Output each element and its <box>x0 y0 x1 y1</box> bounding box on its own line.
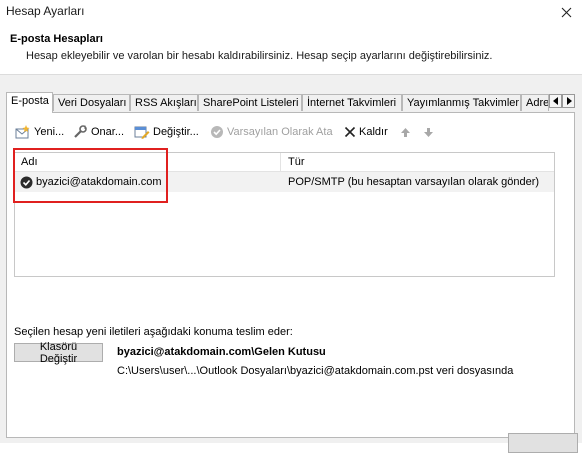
default-account-check-icon <box>20 176 33 189</box>
arrow-up-icon <box>401 127 410 137</box>
tab-rss-akislari[interactable]: RSS Akışları <box>130 94 198 111</box>
title-bar: Hesap Ayarları <box>0 0 582 24</box>
tab-scroll-right-button[interactable] <box>562 94 575 108</box>
tab-strip: E-posta Veri Dosyaları RSS Akışları Shar… <box>6 92 576 113</box>
account-type: POP/SMTP (bu hesaptan varsayılan olarak … <box>288 176 540 188</box>
change-button-label: Değiştir... <box>153 126 199 138</box>
account-toolbar: Yeni... Onar... Değiştir... Varsayılan O… <box>7 121 574 143</box>
account-name: byazici@atakdomain.com <box>36 176 162 188</box>
window-title: Hesap Ayarları <box>6 4 85 18</box>
check-circle-icon <box>211 126 223 138</box>
arrow-right-icon <box>566 97 572 105</box>
column-header-name[interactable]: Adı <box>21 156 38 168</box>
header-description: Hesap ekleyebilir ve varolan bir hesabı … <box>26 50 493 62</box>
tab-yayimlanmis-takvimler[interactable]: Yayımlanmış Takvimler <box>402 94 521 111</box>
data-file-path: C:\Users\user\...\Outlook Dosyaları\byaz… <box>117 365 514 377</box>
tab-adres[interactable]: Adres <box>521 94 549 111</box>
tab-internet-takvimleri[interactable]: İnternet Takvimleri <box>302 94 402 111</box>
bottom-dialog-button[interactable] <box>508 433 578 453</box>
dialog-body: E-posta Veri Dosyaları RSS Akışları Shar… <box>0 74 582 453</box>
delivery-location-label: Seçilen hesap yeni iletileri aşağıdaki k… <box>14 326 293 338</box>
remove-button[interactable]: Kaldır <box>344 123 388 141</box>
tab-scroll-left-button[interactable] <box>549 94 562 108</box>
account-list-header: Adı Tür <box>15 153 554 172</box>
arrow-left-icon <box>552 97 558 105</box>
remove-button-label: Kaldır <box>359 126 388 138</box>
dialog-header: E-posta Hesapları Hesap ekleyebilir ve v… <box>0 24 582 74</box>
close-button[interactable] <box>550 0 582 24</box>
change-settings-icon <box>134 126 150 139</box>
arrow-down-icon <box>424 127 433 137</box>
move-up-button[interactable] <box>400 123 411 141</box>
inbox-path: byazici@atakdomain.com\Gelen Kutusu <box>117 346 326 358</box>
new-account-icon <box>15 125 30 139</box>
set-default-button-label: Varsayılan Olarak Ata <box>227 126 333 138</box>
tab-e-posta[interactable]: E-posta <box>6 92 53 113</box>
change-folder-button[interactable]: Klasörü Değiştir <box>14 341 103 365</box>
new-button[interactable]: Yeni... <box>15 123 64 141</box>
email-tab-panel: Yeni... Onar... Değiştir... Varsayılan O… <box>6 112 575 438</box>
repair-icon <box>74 125 87 138</box>
account-list[interactable]: Adı Tür byazici@atakdomain.com POP/SMTP … <box>14 152 555 277</box>
column-divider <box>280 153 281 171</box>
set-default-button[interactable]: Varsayılan Olarak Ata <box>210 123 333 141</box>
repair-button[interactable]: Onar... <box>72 123 124 141</box>
tab-sharepoint-listeleri[interactable]: SharePoint Listeleri <box>198 94 302 111</box>
column-header-type[interactable]: Tür <box>288 156 305 168</box>
move-down-button[interactable] <box>423 123 434 141</box>
change-button[interactable]: Değiştir... <box>134 123 199 141</box>
repair-button-label: Onar... <box>91 126 125 138</box>
tab-veri-dosyalari[interactable]: Veri Dosyaları <box>53 94 130 111</box>
header-title: E-posta Hesapları <box>10 33 103 45</box>
account-row[interactable]: byazici@atakdomain.com POP/SMTP (bu hesa… <box>15 172 554 192</box>
remove-x-icon <box>344 126 356 138</box>
close-icon <box>561 7 571 17</box>
new-button-label: Yeni... <box>34 126 65 138</box>
